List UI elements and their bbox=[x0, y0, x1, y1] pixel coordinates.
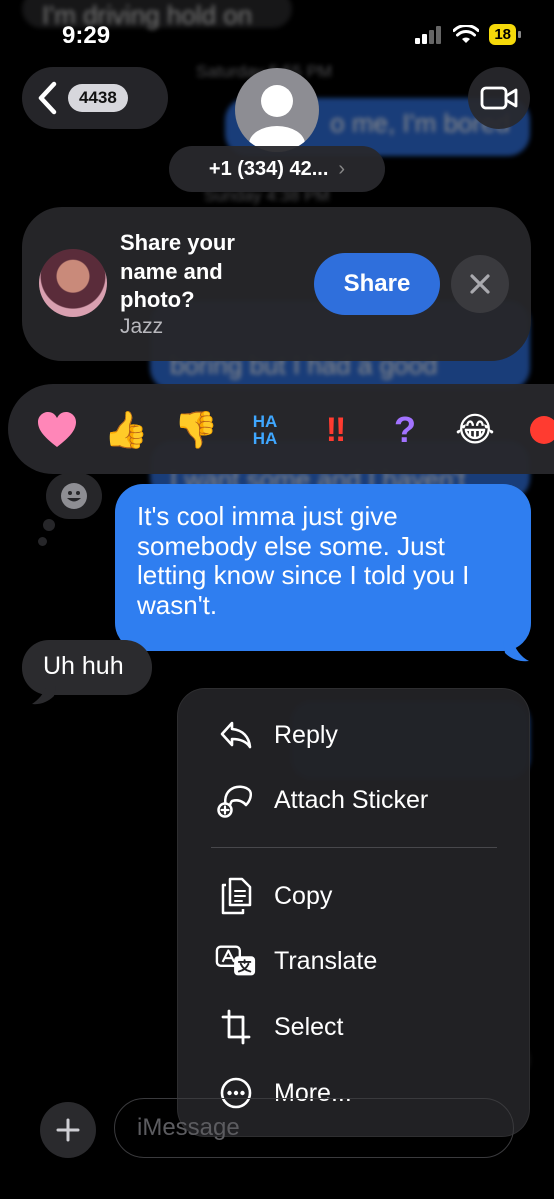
laughing-reaction[interactable]: 😂 bbox=[451, 406, 499, 454]
translate-icon bbox=[215, 940, 257, 982]
profile-photo bbox=[39, 249, 107, 317]
chevron-left-icon bbox=[38, 81, 57, 115]
apps-plus-button[interactable] bbox=[40, 1102, 96, 1158]
contact-avatar[interactable] bbox=[235, 68, 319, 152]
menu-item-label: Copy bbox=[274, 881, 333, 910]
cellular-signal-icon bbox=[415, 25, 442, 44]
person-icon bbox=[249, 85, 305, 152]
plus-icon bbox=[56, 1118, 80, 1142]
share-name-photo-banner: Share your name and photo? Jazz Share bbox=[22, 207, 531, 361]
reply-icon bbox=[215, 714, 257, 756]
sent-message-bubble[interactable]: It's cool imma just give somebody else s… bbox=[115, 484, 531, 651]
share-banner-name: Jazz bbox=[120, 315, 164, 338]
heart-icon bbox=[38, 412, 76, 447]
dismiss-banner-button[interactable] bbox=[451, 255, 509, 313]
menu-item-select[interactable]: Select bbox=[178, 995, 531, 1059]
video-camera-icon bbox=[480, 86, 518, 110]
question-reaction[interactable]: ? bbox=[381, 406, 429, 454]
imessage-input[interactable] bbox=[114, 1098, 514, 1158]
battery-indicator: 18 bbox=[489, 24, 521, 45]
menu-item-translate[interactable]: Translate bbox=[178, 929, 531, 993]
contact-name: +1 (334) 42... bbox=[208, 157, 329, 180]
smiley-icon bbox=[61, 483, 87, 509]
thought-bubble-dot bbox=[43, 519, 55, 531]
status-icons: 18 bbox=[415, 24, 521, 45]
message-context-menu: Reply Attach Sticker Copy Translate Sele… bbox=[177, 688, 530, 1137]
thumbs-up-icon: 👍 bbox=[103, 409, 149, 450]
chevron-right-icon: › bbox=[338, 157, 346, 180]
menu-item-reply[interactable]: Reply bbox=[178, 703, 531, 767]
heart-reaction[interactable] bbox=[33, 406, 81, 454]
laughing-face-icon: 😂 bbox=[455, 411, 495, 449]
bubble-tail bbox=[503, 641, 529, 662]
emphasize-reaction[interactable]: ‼ bbox=[312, 406, 360, 454]
status-time: 9:29 bbox=[62, 22, 111, 49]
tapback-reaction-bar: 👍 👎 HA HA ‼ ? 😂 bbox=[8, 384, 554, 474]
facetime-video-button[interactable] bbox=[468, 67, 530, 129]
haha-icon: HA HA bbox=[252, 412, 278, 448]
close-icon bbox=[470, 274, 490, 294]
menu-item-label: Select bbox=[274, 1012, 344, 1041]
menu-item-label: Reply bbox=[274, 720, 338, 749]
share-button[interactable]: Share bbox=[314, 253, 440, 315]
question-mark-icon: ? bbox=[394, 409, 416, 450]
thought-bubble-dot bbox=[38, 537, 47, 546]
partial-emoji-icon bbox=[530, 416, 554, 444]
crop-select-icon bbox=[215, 1006, 257, 1048]
thumbs-down-icon: 👎 bbox=[173, 409, 219, 450]
share-banner-title: Share your name and photo? bbox=[120, 230, 235, 312]
double-exclamation-icon: ‼ bbox=[325, 410, 347, 449]
more-reactions[interactable] bbox=[518, 406, 554, 454]
thumbs-up-reaction[interactable]: 👍 bbox=[102, 406, 150, 454]
sticker-reaction-button[interactable] bbox=[46, 473, 102, 519]
bubble-tail bbox=[32, 686, 56, 705]
back-button[interactable]: 4438 bbox=[22, 67, 168, 129]
menu-separator bbox=[211, 847, 497, 848]
contact-name-button[interactable]: +1 (334) 42... › bbox=[169, 146, 385, 192]
wifi-icon bbox=[453, 24, 480, 43]
menu-item-attach-sticker[interactable]: Attach Sticker bbox=[178, 768, 531, 832]
menu-item-label: Attach Sticker bbox=[274, 785, 429, 814]
menu-item-label: Translate bbox=[274, 946, 378, 975]
unread-count-badge: 4438 bbox=[68, 84, 128, 112]
sticker-icon bbox=[215, 779, 257, 821]
haha-reaction[interactable]: HA HA bbox=[241, 406, 289, 454]
status-bar: 9:29 18 bbox=[0, 0, 554, 70]
menu-item-copy[interactable]: Copy bbox=[178, 864, 531, 928]
copy-icon bbox=[215, 875, 257, 917]
thumbs-down-reaction[interactable]: 👎 bbox=[172, 406, 220, 454]
